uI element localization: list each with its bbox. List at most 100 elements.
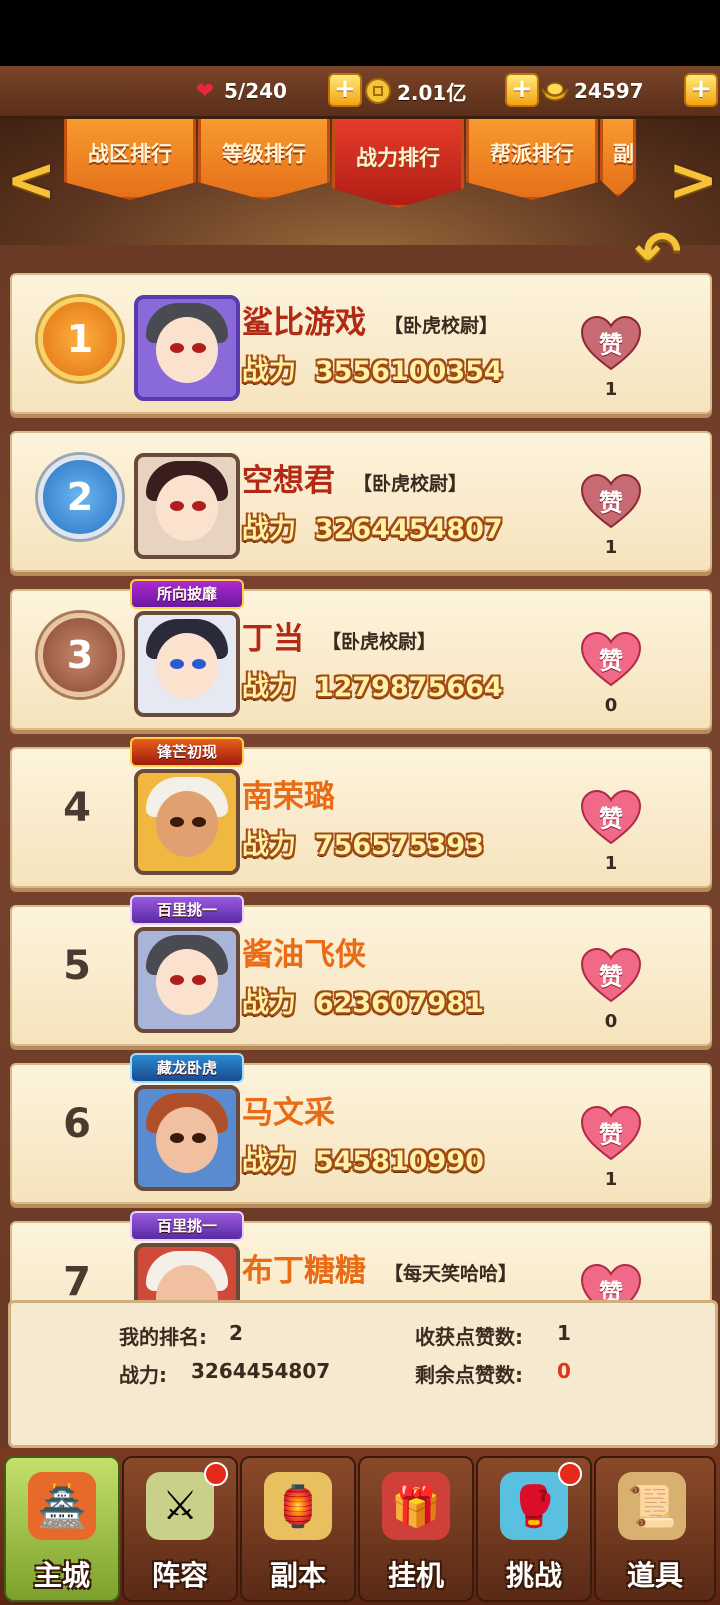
coin-icon [363, 76, 393, 106]
player-name: 丁当 【卧虎校尉】 [242, 621, 437, 657]
stamina-value: 5/240 [224, 79, 287, 103]
tab-level-ranking[interactable]: 等级排行 [198, 119, 330, 200]
player-name: 空想君 【卧虎校尉】 [242, 463, 468, 499]
status-bar [0, 0, 720, 66]
like-count: 0 [604, 1011, 618, 1032]
ranking-row[interactable]: 4 锋芒初现 南荣璐 战力 756575393 赞 1 [10, 737, 712, 888]
player-power: 战力 756575393 [242, 830, 484, 861]
remaining-likes-value: 0 [557, 1359, 571, 1383]
player-power: 战力 623607981 [242, 988, 484, 1019]
ranking-row[interactable]: 5 百里挑一 酱油飞侠 战力 623607981 赞 0 [10, 895, 712, 1046]
rank-number: 4 [63, 785, 91, 831]
player-power: 战力 545810990 [242, 1146, 484, 1177]
player-name: 酱油飞侠 [242, 937, 366, 973]
add-stamina-button[interactable]: + [328, 73, 362, 107]
rank-number: 6 [63, 1101, 91, 1147]
avatar[interactable] [134, 769, 240, 875]
coins-value: 2.01亿 [397, 80, 467, 105]
like-count: 1 [604, 853, 618, 874]
player-name: 布丁糖糖 【每天笑哈哈】 [242, 1253, 518, 1289]
prev-tab-arrow-icon[interactable]: < [6, 150, 56, 210]
avatar[interactable] [134, 927, 240, 1033]
notification-dot [204, 1462, 228, 1486]
gold-resource: 24597 [540, 74, 644, 108]
my-power-label: 战力: [119, 1363, 167, 1387]
like-heart-icon[interactable]: 赞 [580, 315, 642, 371]
my-rank-value: 2 [229, 1321, 243, 1345]
avatar[interactable] [134, 1085, 240, 1191]
gold-medal-icon: 1 [38, 297, 122, 381]
coins-resource: 2.01亿 [363, 74, 466, 108]
tab-guild-ranking[interactable]: 帮派排行 [466, 119, 598, 200]
my-ranking-panel: 我的排名: 2 战力: 3264454807 收获点赞数: 1 剩余点赞数: 0 [8, 1300, 718, 1448]
gold-value: 24597 [574, 79, 644, 103]
ranking-row[interactable]: 6 藏龙卧虎 马文采 战力 545810990 赞 1 [10, 1053, 712, 1204]
like-count: 1 [604, 379, 618, 400]
player-name: 马文采 [242, 1095, 335, 1131]
like-count: 1 [604, 1169, 618, 1190]
ranking-row[interactable]: 2 空想君 【卧虎校尉】 战力 3264454807 赞 1 [10, 431, 712, 572]
honor-badge: 所向披靡 [130, 579, 244, 609]
tab-power-ranking[interactable]: 战力排行 [332, 119, 464, 208]
ranking-row[interactable]: 3 所向披靡 丁当 【卧虎校尉】 战力 1279875664 赞 0 [10, 579, 712, 730]
honor-badge: 百里挑一 [130, 1211, 244, 1241]
tab-zone-ranking[interactable]: 战区排行 [64, 119, 196, 200]
rank-number: 5 [63, 943, 91, 989]
castle-icon: 🏯 [28, 1472, 96, 1540]
player-name: 南荣璐 [242, 779, 335, 815]
my-power-value: 3264454807 [191, 1359, 331, 1383]
bottom-nav: 🏯 主城 ⚔ 阵容 🏮 副本 🎁 挂机 🥊 挑战 📜 道具 [0, 1448, 720, 1605]
remaining-likes-label: 剩余点赞数: [415, 1363, 523, 1387]
my-rank-label: 我的排名: [119, 1325, 207, 1349]
like-heart-icon[interactable]: 赞 [580, 1105, 642, 1161]
nav-idle[interactable]: 🎁 挂机 [358, 1456, 474, 1602]
player-title: 【卧虎校尉】 [384, 315, 499, 337]
player-name: 鲨比游戏 【卧虎校尉】 [242, 305, 499, 341]
ranking-list: 1 鲨比游戏 【卧虎校尉】 战力 3556100354 赞 1 2 空想君 【卧虎校… [0, 245, 720, 1362]
bronze-medal-icon: 3 [38, 613, 122, 697]
player-power: 战力 3556100354 [242, 356, 503, 387]
like-count: 1 [604, 537, 618, 558]
avatar[interactable] [134, 611, 240, 717]
gold-ingot-icon [540, 76, 570, 106]
like-heart-icon[interactable]: 赞 [580, 947, 642, 1003]
like-heart-icon[interactable]: 赞 [580, 631, 642, 687]
treasure-bag-icon: 🎁 [382, 1472, 450, 1540]
add-coins-button[interactable]: + [505, 73, 539, 107]
received-likes-value: 1 [557, 1321, 571, 1345]
like-heart-icon[interactable]: 赞 [580, 789, 642, 845]
avatar[interactable] [134, 295, 240, 401]
nav-main-city[interactable]: 🏯 主城 [4, 1456, 120, 1602]
ranking-row[interactable]: 1 鲨比游戏 【卧虎校尉】 战力 3556100354 赞 1 [10, 273, 712, 414]
scroll-items-icon: 📜 [618, 1472, 686, 1540]
like-count: 0 [604, 695, 618, 716]
lineup-icon: ⚔ [146, 1472, 214, 1540]
nav-challenge[interactable]: 🥊 挑战 [476, 1456, 592, 1602]
add-gold-button[interactable]: + [684, 73, 718, 107]
player-title: 【每天笑哈哈】 [384, 1263, 518, 1285]
honor-badge: 百里挑一 [130, 895, 244, 925]
rank-tabs: 战区排行 等级排行 战力排行 帮派排行 副 [0, 119, 720, 259]
next-tab-arrow-icon[interactable]: > [668, 150, 718, 210]
stamina-heart-icon: ❤ [195, 78, 215, 104]
honor-badge: 藏龙卧虎 [130, 1053, 244, 1083]
tab-dungeon-ranking[interactable]: 副 [600, 119, 636, 197]
nav-lineup[interactable]: ⚔ 阵容 [122, 1456, 238, 1602]
player-power: 战力 1279875664 [242, 672, 503, 703]
nav-dungeon[interactable]: 🏮 副本 [240, 1456, 356, 1602]
like-heart-icon[interactable]: 赞 [580, 473, 642, 529]
player-title: 【卧虎校尉】 [353, 473, 468, 495]
challenge-icon: 🥊 [500, 1472, 568, 1540]
rank-number: 7 [63, 1259, 91, 1305]
back-arrow-icon[interactable]: ↶ [622, 224, 694, 284]
notification-dot [558, 1462, 582, 1486]
stamina-resource: ❤ 5/240 [190, 74, 287, 108]
player-title: 【卧虎校尉】 [322, 631, 437, 653]
honor-badge: 锋芒初现 [130, 737, 244, 767]
player-power: 战力 3264454807 [242, 514, 503, 545]
nav-items[interactable]: 📜 道具 [594, 1456, 716, 1602]
silver-medal-icon: 2 [38, 455, 122, 539]
avatar[interactable] [134, 453, 240, 559]
dungeon-icon: 🏮 [264, 1472, 332, 1540]
received-likes-label: 收获点赞数: [415, 1325, 523, 1349]
